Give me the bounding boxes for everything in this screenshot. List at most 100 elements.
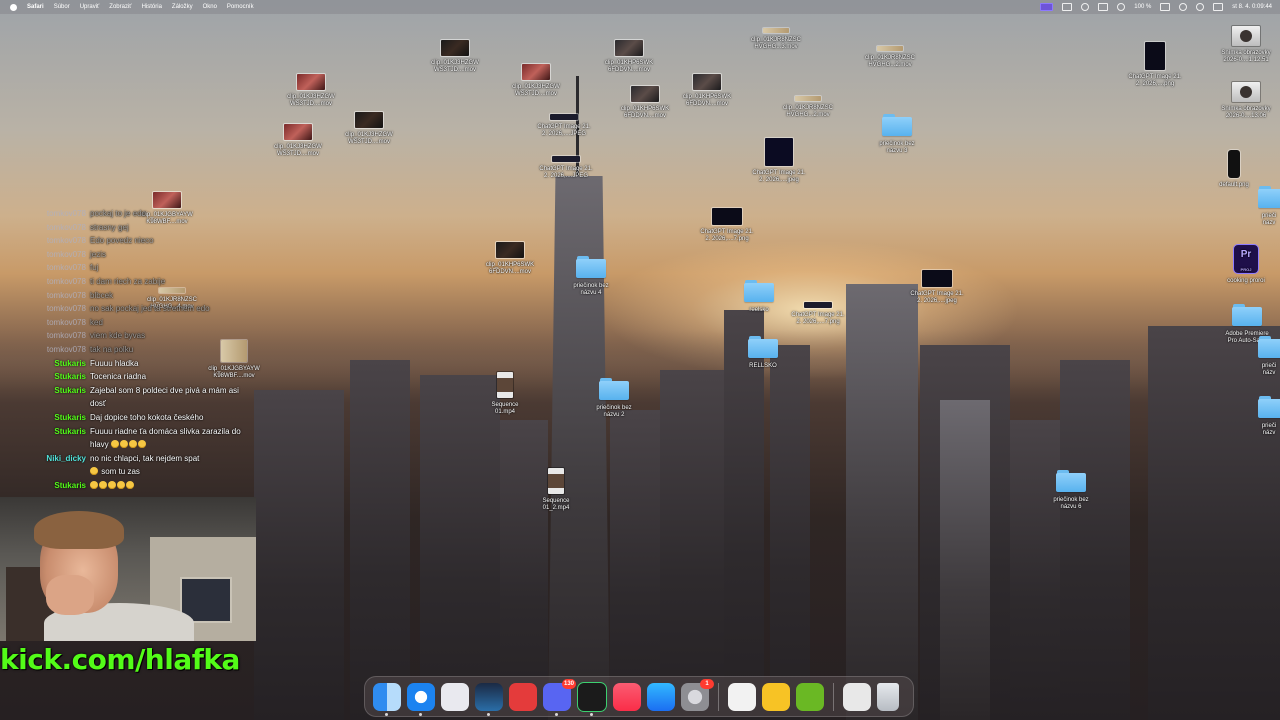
desktop-file-image[interactable]: ChatGPT Image 21. 2. 2026,....jpeg (746, 138, 812, 184)
laughing-emoji-icon (126, 480, 134, 489)
desktop-file-image[interactable]: ChatGPT Image 21. 2. 2026,....7.png (786, 302, 850, 326)
search-icon[interactable] (1196, 3, 1205, 11)
desktop-folder[interactable]: priečinok bez názvu 6 (1046, 470, 1096, 511)
desktop-folder[interactable]: prieči názv (1258, 186, 1280, 227)
desktop-file-screenshot[interactable]: Snímka obrazovky 2026-0....13.06 (1214, 82, 1278, 120)
notes-icon[interactable] (728, 682, 756, 711)
bluetooth-icon[interactable] (1098, 3, 1109, 11)
skyscraper (940, 400, 990, 720)
desktop-file-video[interactable]: Sequence 01_2.mp4 (530, 468, 582, 512)
sound-icon[interactable] (1117, 3, 1126, 11)
wifi-icon[interactable] (1081, 3, 1090, 11)
app-store-icon[interactable] (647, 682, 675, 711)
video-thumbnail (548, 468, 564, 494)
menu-history[interactable]: História (142, 4, 162, 10)
safari-icon[interactable] (407, 682, 435, 716)
menu-file[interactable]: Súbor (54, 4, 70, 10)
menu-bar: Safari Súbor Upraviť Zobraziť História Z… (0, 0, 1280, 14)
desktop-file-premiere-project[interactable]: Pr PROJ cooking proroi (1214, 244, 1278, 285)
menu-help[interactable]: Pomocník (227, 4, 254, 10)
image-thumbnail (550, 114, 578, 120)
desktop-file-image[interactable]: ChatGPT Image 21. 2. 2026,....JPEG (534, 156, 598, 180)
image-thumbnail (552, 156, 580, 162)
desktop-file-video[interactable]: Sequence 01.mp4 (480, 372, 530, 416)
desktop-file-video[interactable]: clip_01KJ3HZGW WS3TJD....mov (268, 124, 328, 158)
steam-icon[interactable] (475, 682, 503, 716)
desktop-folder[interactable]: prieči názv (1258, 396, 1280, 437)
chat-text: ked (90, 317, 103, 327)
desktop-file-image[interactable]: ChatGPT Image 21. 2. 2026,....JPEG (530, 114, 598, 138)
desktop-file-image[interactable]: ChatGPT Image 21. 2. 2026,....jpeg (904, 270, 970, 305)
folder-icon (1258, 186, 1280, 208)
chat-text: no sak pockaj jed ta stretnem edo (90, 304, 210, 314)
folder-icon (744, 280, 774, 302)
chat-message: tomkov078 no sak pockaj jed ta stretnem e… (20, 302, 250, 316)
launchpad-icon[interactable] (441, 682, 469, 711)
desktop-file-video[interactable]: clip_01KJR8NZSC HVGHG...2.mov (858, 46, 922, 69)
skyscraper (350, 360, 410, 720)
folder-icon (748, 336, 778, 358)
siri-icon[interactable] (1213, 3, 1224, 11)
battery-icon[interactable] (1160, 3, 1171, 11)
chat-text: fuj (90, 263, 99, 273)
menu-window[interactable]: Okno (203, 4, 217, 10)
menu-bookmarks[interactable]: Záložky (172, 4, 193, 10)
desktop-folder[interactable]: priečinok bez názvu 3 (872, 114, 922, 155)
menu-clock[interactable]: st 8. 4. 0:09:44 (1232, 4, 1272, 10)
webcam-overlay (0, 497, 256, 641)
desktop-folder[interactable]: prieči názv (1258, 336, 1280, 377)
music-icon[interactable] (613, 682, 641, 711)
desktop-file-video[interactable]: clip_01KJR8NZSC HVGHG...3.mov (744, 28, 808, 51)
desktop-file-video[interactable]: clip_01KJ3HZGW WS3TJD....mov (280, 74, 342, 108)
image-thumbnail (1232, 26, 1260, 46)
desktop-folder[interactable]: RELLSKO (738, 336, 788, 370)
chat-username: tomkov078 (46, 331, 86, 341)
desktop-file-video[interactable]: clip_01KHP6SWK 6FDDVN....mov (478, 242, 542, 276)
premiere-project-icon: Pr PROJ (1233, 244, 1259, 274)
desktop-file-video[interactable]: clip_01KHP6SWK 6FDDVN....mov (598, 40, 660, 74)
desktop-file-video[interactable]: clip_01KJ3HZGW WS3TJD....mov (506, 64, 566, 98)
folder-icon (882, 114, 912, 136)
mcdonalds-icon[interactable] (509, 682, 537, 711)
apple-menu-icon[interactable] (10, 3, 17, 11)
desktop-file-video[interactable]: clip_01KJR8NZSC HVGHG...2.mov (776, 96, 840, 119)
user-icon[interactable] (1179, 3, 1188, 11)
menu-app-name[interactable]: Safari (27, 4, 44, 10)
image-thumbnail (765, 138, 793, 166)
nvidia-icon[interactable] (796, 682, 824, 711)
system-settings-icon[interactable]: 1 (681, 678, 714, 711)
desktop-folder[interactable]: priečinok bez názvu 2 (589, 378, 639, 419)
desktop-file-screenshot[interactable]: Snímka obrazovky 2026-0....1.12.51 (1214, 26, 1278, 64)
chat-message-body (90, 479, 135, 493)
desktop-folder[interactable]: reelsko (734, 280, 784, 314)
chat-message: Stukaris Daj dopice toho kokota českého (20, 411, 250, 425)
downloads-stack-icon[interactable] (843, 682, 871, 711)
discord-icon[interactable]: 130 (543, 678, 576, 716)
video-thumbnail (615, 40, 643, 56)
tips-icon[interactable] (762, 682, 790, 711)
menu-edit[interactable]: Upraviť (80, 4, 100, 10)
image-thumbnail (712, 208, 742, 225)
desktop-file-video[interactable]: clip_01KJ3HZGW WS3TJD....mov (424, 40, 486, 74)
screen-record-icon[interactable] (1040, 3, 1054, 11)
trash-icon[interactable] (877, 682, 899, 711)
chat-message: tomkov078 ked (20, 316, 250, 330)
chat-username: Stukaris (54, 372, 86, 382)
control-center-icon[interactable] (1062, 3, 1073, 11)
cleanshot-icon[interactable] (577, 681, 607, 716)
desktop-file-video[interactable]: clip_01KJ3HZGW WS3TJD....mov (340, 112, 398, 146)
desktop-file-video[interactable]: clip_01KHP6SWK 6FDDVN....mov (676, 74, 738, 108)
chat-username: Niki_dicky (46, 453, 86, 463)
skyscraper (846, 284, 918, 720)
desktop-file-image[interactable]: ChatGPT Image 21. 2. 2026,....7.png (694, 208, 760, 243)
desktop-file-image[interactable]: ChatGPT Image 21. 2. 2026,....png (1122, 42, 1188, 88)
video-thumbnail (355, 112, 383, 128)
desktop-file-video[interactable]: clip_01KHP6SWK 6FDDVN....mov (614, 86, 676, 120)
desktop-file-image[interactable]: default.png (1206, 150, 1262, 189)
desktop-folder[interactable]: priečinok bez názvu 4 (566, 256, 616, 297)
chat-text: Fuuuu hladka (90, 358, 139, 368)
menu-view[interactable]: Zobraziť (109, 4, 131, 10)
laughing-emoji-icon (90, 480, 98, 489)
finder-icon[interactable] (373, 682, 401, 716)
notification-badge: 1 (700, 678, 714, 689)
